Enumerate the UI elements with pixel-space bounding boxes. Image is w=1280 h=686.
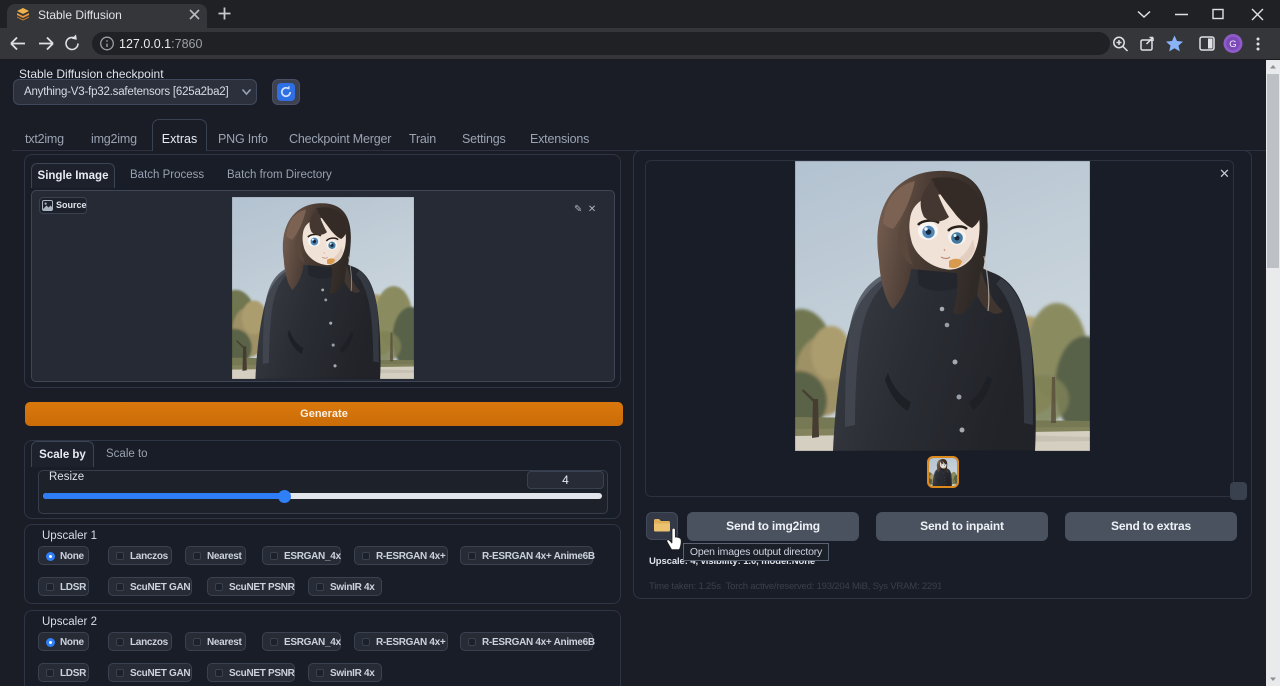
svg-text:G: G: [1229, 39, 1236, 50]
